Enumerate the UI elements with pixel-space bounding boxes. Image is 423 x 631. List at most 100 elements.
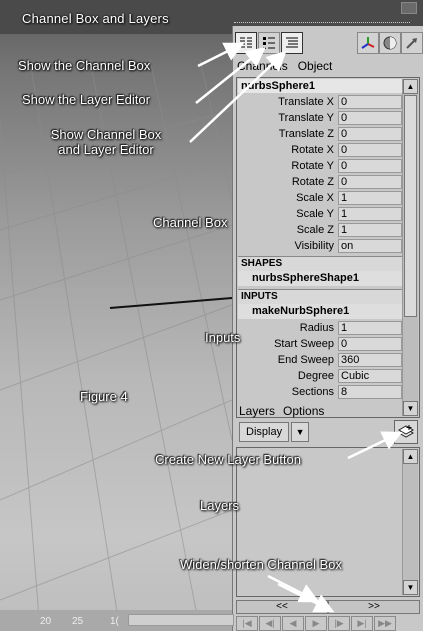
- axis-icon: [361, 37, 375, 49]
- arrow-pick-icon: [406, 38, 417, 49]
- scroll-down-icon[interactable]: ▼: [403, 401, 418, 416]
- step-forward-icon[interactable]: |▶: [328, 616, 350, 631]
- attribute-row[interactable]: Visibility on: [238, 238, 402, 254]
- attribute-label: Degree: [297, 370, 334, 382]
- scrollbar-thumb[interactable]: [404, 95, 417, 317]
- layer-editor-icon: [263, 37, 275, 49]
- show-channel-box-and-layers-button[interactable]: [281, 32, 303, 54]
- menu-options[interactable]: Options: [283, 404, 324, 418]
- new-layer-icon: [397, 425, 415, 438]
- panel-divider: [234, 22, 410, 23]
- channel-box-scrollbar[interactable]: ▲ ▼: [402, 79, 418, 416]
- display-dropdown[interactable]: Display ▼: [239, 422, 310, 442]
- attribute-value[interactable]: 8: [338, 385, 402, 399]
- attribute-value[interactable]: 0: [338, 143, 402, 157]
- show-channel-box-button[interactable]: [235, 32, 257, 54]
- timeline-tick: 25: [72, 616, 84, 627]
- attribute-row[interactable]: Scale Z 1: [238, 222, 402, 238]
- pick-button[interactable]: [401, 32, 423, 54]
- layer-scrollbar[interactable]: ▲ ▼: [402, 449, 418, 595]
- attribute-value[interactable]: Cubic: [338, 369, 402, 383]
- attribute-label: Translate X: [278, 96, 334, 108]
- attribute-row[interactable]: Rotate Y 0: [238, 158, 402, 174]
- attribute-label: Start Sweep: [274, 338, 334, 350]
- attribute-value[interactable]: 1: [338, 223, 402, 237]
- attribute-row[interactable]: Degree Cubic: [238, 368, 402, 384]
- panel-toolbar: [233, 32, 423, 56]
- attribute-label: Radius: [299, 322, 334, 334]
- step-back-icon[interactable]: ◀|: [259, 616, 281, 631]
- attribute-row[interactable]: Radius 1: [238, 320, 402, 336]
- scroll-down-icon[interactable]: ▼: [403, 580, 418, 595]
- attribute-row[interactable]: Sections 8: [238, 384, 402, 400]
- layer-list[interactable]: ▲ ▼: [236, 447, 420, 597]
- attribute-label: Translate Z: [278, 128, 334, 140]
- go-to-end-icon[interactable]: ▶|: [351, 616, 373, 631]
- attribute-value[interactable]: 0: [338, 159, 402, 173]
- time-slider[interactable]: [128, 614, 234, 626]
- attribute-label: Rotate Z: [291, 176, 334, 188]
- attribute-label: Translate Y: [278, 112, 334, 124]
- attribute-value[interactable]: 0: [338, 337, 402, 351]
- annotation-show-both: Show Channel Box and Layer Editor: [31, 127, 181, 157]
- attribute-value[interactable]: 0: [338, 127, 402, 141]
- annotation-create-new-layer: Create New Layer Button: [155, 452, 301, 467]
- channel-box: nurbsSphere1 Translate X 0 Translate Y 0 T…: [236, 77, 420, 418]
- menu-channels[interactable]: Channels: [237, 59, 288, 73]
- show-layer-editor-button[interactable]: [258, 32, 280, 54]
- attribute-row[interactable]: End Sweep 360: [238, 352, 402, 368]
- create-new-layer-button[interactable]: [394, 420, 418, 444]
- go-to-start-icon[interactable]: |◀: [236, 616, 258, 631]
- annotation-show-channel-box: Show the Channel Box: [18, 58, 151, 73]
- attribute-value[interactable]: 1: [338, 191, 402, 205]
- channel-box-panel: Channels Object nurbsSphere1 Translate X 0…: [232, 26, 423, 631]
- attribute-row[interactable]: Translate Y 0: [238, 110, 402, 126]
- annotation-show-layer-editor: Show the Layer Editor: [22, 92, 150, 107]
- scroll-up-icon[interactable]: ▲: [403, 449, 418, 464]
- annotation-widen: Widen/shorten Channel Box: [180, 557, 342, 572]
- attribute-row[interactable]: Start Sweep 0: [238, 336, 402, 352]
- playback-options-icon[interactable]: ▶▶: [374, 616, 396, 631]
- attribute-row[interactable]: Scale Y 1: [238, 206, 402, 222]
- attribute-value[interactable]: 1: [338, 321, 402, 335]
- attribute-value[interactable]: 0: [338, 111, 402, 125]
- axis-tool-button[interactable]: [357, 32, 379, 54]
- attribute-label: End Sweep: [277, 354, 334, 366]
- widen-left-button[interactable]: <<: [236, 600, 328, 614]
- attribute-row[interactable]: Scale X 1: [238, 190, 402, 206]
- scroll-up-icon[interactable]: ▲: [403, 79, 418, 94]
- shapes-header: SHAPES: [238, 256, 402, 271]
- attribute-value[interactable]: 1: [338, 207, 402, 221]
- menu-object[interactable]: Object: [298, 59, 333, 73]
- attribute-value[interactable]: 360: [338, 353, 402, 367]
- shape-name[interactable]: nurbsSphereShape1: [238, 271, 402, 286]
- display-dropdown-value[interactable]: Display: [239, 422, 290, 442]
- play-back-icon[interactable]: ◀: [282, 616, 304, 631]
- window-grip[interactable]: [401, 2, 417, 14]
- attribute-label: Sections: [291, 386, 334, 398]
- attribute-row[interactable]: Translate X 0: [238, 94, 402, 110]
- attribute-row[interactable]: Rotate X 0: [238, 142, 402, 158]
- object-name[interactable]: nurbsSphere1: [238, 79, 402, 93]
- attribute-label: Rotate X: [291, 144, 334, 156]
- attribute-value[interactable]: 0: [338, 95, 402, 109]
- shading-button[interactable]: [379, 32, 401, 54]
- menu-layers[interactable]: Layers: [239, 404, 275, 418]
- input-name[interactable]: makeNurbSphere1: [238, 304, 402, 319]
- attribute-value[interactable]: on: [338, 239, 402, 253]
- timeline-tick: 20: [40, 616, 52, 627]
- play-forward-icon[interactable]: ▶: [305, 616, 327, 631]
- annotation-show-both-line1: Show Channel Box: [50, 127, 162, 142]
- layers-menu: Layers Options: [239, 404, 332, 418]
- widen-right-button[interactable]: >>: [328, 600, 420, 614]
- attribute-value[interactable]: 0: [338, 175, 402, 189]
- inputs-header: INPUTS: [238, 289, 402, 304]
- annotation-channel-box: Channel Box: [153, 215, 228, 230]
- channel-box-icon: [240, 37, 252, 48]
- attribute-label: Scale Y: [296, 208, 334, 220]
- attribute-row[interactable]: Translate Z 0: [238, 126, 402, 142]
- attribute-row[interactable]: Rotate Z 0: [238, 174, 402, 190]
- channel-box-menu: Channels Object: [237, 59, 342, 73]
- timeline-tick: 1(: [110, 616, 119, 627]
- chevron-down-icon[interactable]: ▼: [291, 422, 310, 442]
